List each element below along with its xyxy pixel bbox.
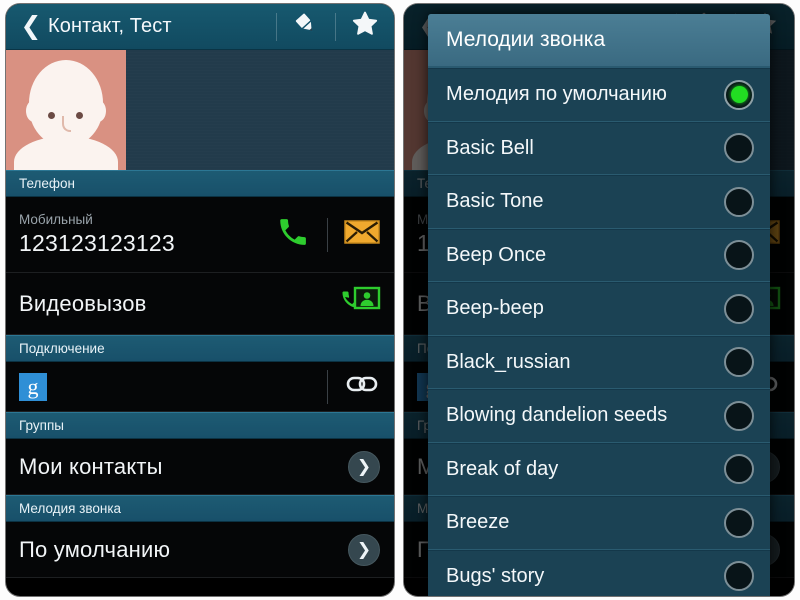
my-contacts-label: Мои контакты: [19, 453, 163, 479]
radio-button-selected[interactable]: [724, 79, 754, 110]
video-call-text: Видеовызов: [19, 291, 338, 317]
table-row-video-call[interactable]: Видеовызов: [6, 273, 394, 335]
section-header-ringtone: Мелодия звонка: [6, 495, 394, 522]
ringtone-option-list[interactable]: Мелодия по умолчанию Basic Bell Basic Tone…: [428, 68, 770, 596]
avatar-shoulders: [14, 136, 118, 170]
page-title: Контакт, Тест: [48, 15, 172, 37]
ringtone-text: По умолчанию: [19, 537, 348, 563]
avatar-eye-left: [48, 112, 55, 119]
radio-button[interactable]: [724, 240, 754, 271]
contact-actionbar: ❮ Контакт, Тест: [6, 4, 394, 50]
avatar-eye-right: [76, 112, 83, 119]
message-icon: [344, 218, 380, 251]
chevron-right-icon[interactable]: ❯: [348, 533, 380, 566]
mobile-phone-text: Мобильный 123123123123: [19, 211, 269, 258]
ringtone-option-label: Basic Bell: [446, 136, 534, 159]
ringtone-option-row[interactable]: Basic Tone: [428, 175, 770, 229]
ringtone-option-row[interactable]: Мелодия по умолчанию: [428, 68, 770, 122]
row-action-divider-2: [327, 369, 328, 404]
dialog-title: Мелодии звонка: [428, 14, 770, 68]
contact-details-panel: ❮ Контакт, Тест Телефон Мобильный 123123…: [6, 4, 394, 596]
contact-photo-strip: [6, 50, 394, 170]
ringtone-option-label: Мелодия по умолчанию: [446, 83, 667, 106]
ringtone-option-row[interactable]: Basic Bell: [428, 121, 770, 175]
pencil-icon: [293, 11, 319, 42]
section-header-phone: Телефон: [6, 170, 394, 197]
ringtone-dialog-panel: ❮ Контакт, Тест: [404, 4, 794, 596]
ringtone-option-label: Beep-beep: [446, 297, 544, 320]
ringtone-option-label: Beep Once: [446, 243, 547, 266]
ringtone-option-row[interactable]: Black_russian: [428, 335, 770, 389]
ringtone-option-row[interactable]: Break of day: [428, 442, 770, 496]
video-call-button[interactable]: [338, 280, 386, 328]
video-call-icon: [342, 284, 382, 323]
call-icon: [276, 215, 310, 254]
call-button[interactable]: [269, 211, 317, 259]
avatar-nose: [62, 116, 71, 132]
radio-button[interactable]: [724, 507, 754, 538]
avatar-head: [29, 60, 103, 146]
google-account-text: g: [19, 372, 317, 401]
section-header-connection: Подключение: [6, 335, 394, 362]
back-icon[interactable]: ❮: [14, 14, 48, 39]
radio-button[interactable]: [724, 561, 754, 592]
ringtone-option-row[interactable]: Blowing dandelion seeds: [428, 389, 770, 443]
table-row-mobile-phone[interactable]: Мобильный 123123123123: [6, 197, 394, 273]
chevron-right-icon[interactable]: ❯: [348, 450, 380, 483]
message-button[interactable]: [338, 211, 386, 259]
star-icon: [351, 10, 379, 43]
my-contacts-text: Мои контакты: [19, 454, 348, 480]
radio-button[interactable]: [724, 400, 754, 431]
radio-button[interactable]: [724, 186, 754, 217]
table-row-google-account[interactable]: g: [6, 362, 394, 412]
radio-button[interactable]: [724, 133, 754, 164]
radio-button[interactable]: [724, 293, 754, 324]
ringtone-option-row[interactable]: Breeze: [428, 496, 770, 550]
favorite-button[interactable]: [336, 4, 394, 50]
ringtone-option-label: Black_russian: [446, 350, 571, 373]
ringtone-option-label: Breeze: [446, 511, 510, 534]
google-icon: g: [19, 372, 47, 401]
ringtone-option-label: Bugs' story: [446, 564, 545, 587]
ringtone-option-row[interactable]: Beep Once: [428, 228, 770, 282]
mobile-phone-actions: [269, 211, 386, 259]
row-action-divider: [327, 217, 328, 252]
link-icon: [346, 373, 378, 400]
radio-dot: [730, 86, 748, 104]
video-call-label: Видеовызов: [19, 290, 147, 316]
radio-button[interactable]: [724, 454, 754, 485]
mobile-phone-label: Мобильный: [19, 212, 93, 227]
ringtone-option-row[interactable]: Beep-beep: [428, 282, 770, 336]
mobile-phone-number: 123123123123: [19, 230, 175, 256]
section-header-groups: Группы: [6, 412, 394, 439]
link-button[interactable]: [338, 363, 386, 411]
radio-button[interactable]: [724, 347, 754, 378]
ringtone-option-row[interactable]: Bugs' story: [428, 549, 770, 596]
avatar[interactable]: [6, 50, 126, 170]
table-row-ringtone[interactable]: По умолчанию ❯: [6, 522, 394, 578]
edit-button[interactable]: [277, 4, 335, 50]
google-account-actions: [317, 363, 386, 411]
ringtone-label: По умолчанию: [19, 536, 171, 562]
video-call-actions: [338, 280, 386, 328]
ringtone-picker-dialog: Мелодии звонка Мелодия по умолчанию Basic…: [428, 14, 770, 596]
table-row-my-contacts[interactable]: Мои контакты ❯: [6, 439, 394, 495]
screenshot-root: ❮ Контакт, Тест Телефон Мобильный 123123…: [0, 0, 800, 600]
ringtone-option-label: Break of day: [446, 457, 559, 480]
ringtone-option-label: Basic Tone: [446, 190, 544, 213]
ringtone-option-label: Blowing dandelion seeds: [446, 404, 668, 427]
